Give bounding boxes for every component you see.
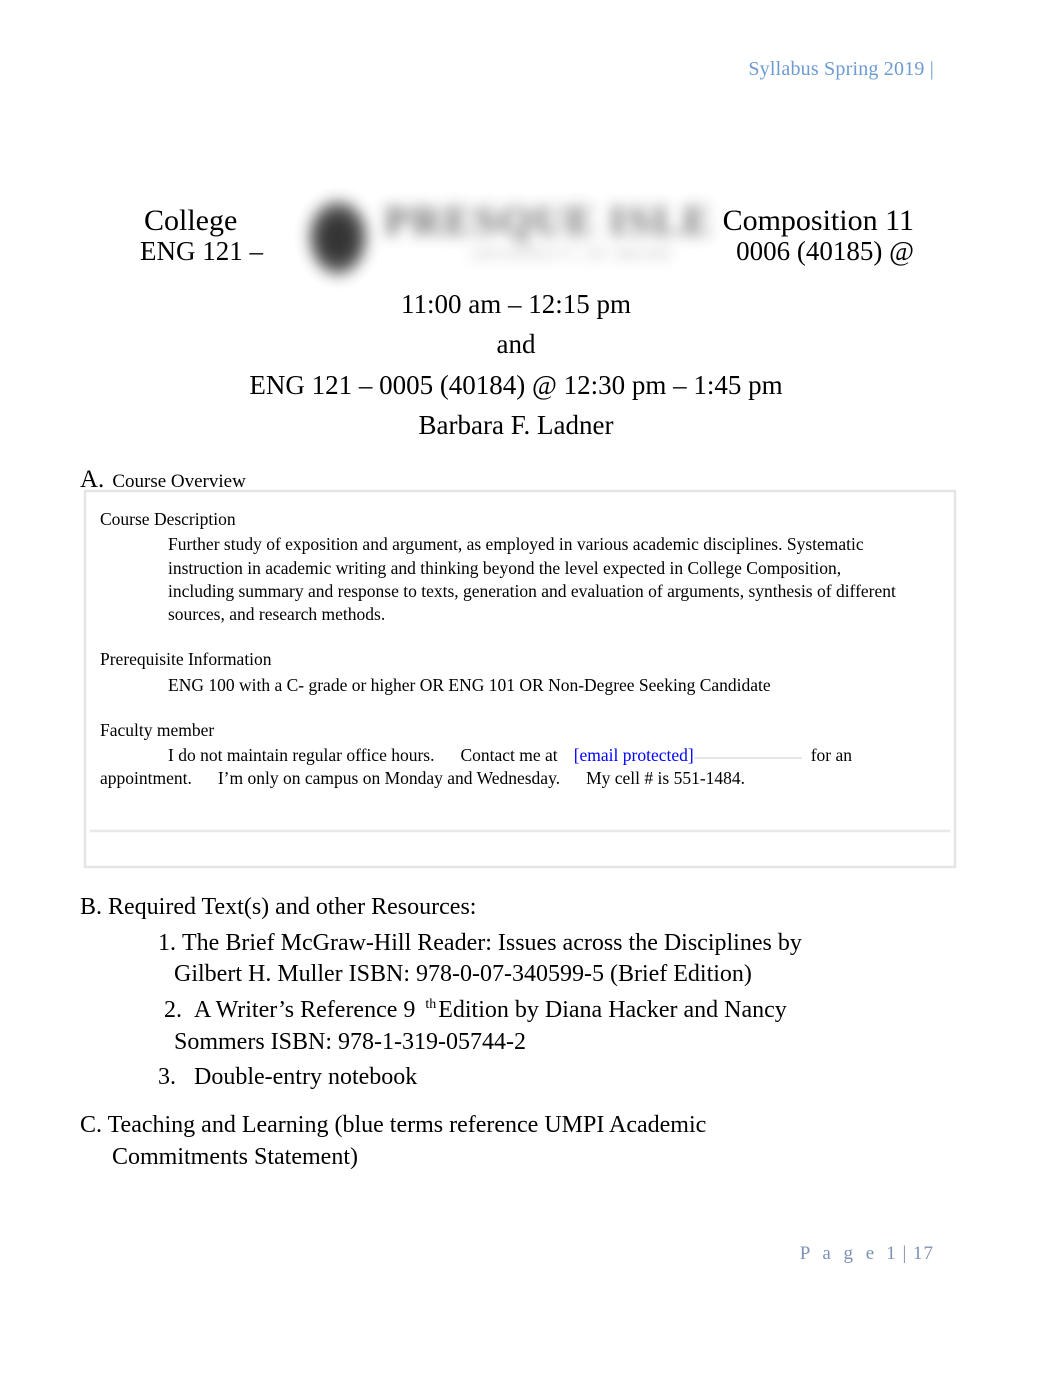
- office-hours-text: I do not maintain regular office hours.: [168, 745, 435, 766]
- item-text: Double-entry notebook: [194, 1064, 418, 1091]
- email-redaction-bar: [693, 749, 802, 763]
- course-description-label: Course Description: [100, 509, 236, 529]
- section-b: B. Required Text(s) and other Resources:…: [80, 892, 960, 1094]
- item-text: The Brief McGraw-Hill Reader: Issues acr…: [182, 929, 802, 956]
- footer-page-word: P a g e: [799, 1243, 879, 1264]
- faculty-member-label: Faculty member: [100, 719, 215, 740]
- section-c: C. Teaching and Learning (blue terms ref…: [80, 1110, 960, 1173]
- section-a-letter: A.: [80, 466, 105, 493]
- item-text-continued: Edition by Diana Hacker and Nancy: [438, 997, 787, 1024]
- faculty-member-body: I do not maintain regular office hours. C…: [100, 744, 940, 791]
- course-section-right: 0006 (40185) @: [736, 236, 914, 266]
- list-item: 3. Double-entry notebook: [158, 1062, 960, 1094]
- prerequisite-body: ENG 100 with a C- grade or higher OR ENG…: [168, 674, 771, 695]
- contact-suffix-text-a: for an: [810, 745, 853, 766]
- section-c-heading-line1: C. Teaching and Learning (blue terms ref…: [80, 1112, 707, 1138]
- course-overview-content: Course Description Further study of expo…: [100, 508, 940, 791]
- item-continuation: Sommers ISBN: 978-1-319-05744-2: [174, 1028, 526, 1055]
- contact-prefix-text: Contact me at: [460, 745, 558, 766]
- item-number: 3.: [158, 1064, 176, 1091]
- title-left-word: College: [144, 204, 238, 237]
- faculty-appointment-line: appointment. I’m only on campus on Monday…: [100, 767, 940, 790]
- course-details: 11:00 am – 12:15 pm and ENG 121 – 0005 (…: [80, 288, 982, 442]
- item-continuation: Gilbert H. Muller ISBN: 978-0-07-340599-…: [174, 961, 752, 988]
- faculty-contact-line: I do not maintain regular office hours. C…: [168, 744, 940, 767]
- required-texts-list: 1. The Brief McGraw-Hill Reader: Issues …: [80, 928, 960, 1094]
- instructor-name: Barbara F. Ladner: [418, 410, 614, 441]
- cell-number-text: My cell # is 551-1484.: [586, 768, 746, 789]
- faculty-email-link[interactable]: [email protected]: [574, 745, 694, 765]
- document-page: Syllabus Spring 2019 | College PRESQUE I…: [0, 0, 1062, 1377]
- footer-page-number: 1 | 17: [886, 1243, 934, 1264]
- campus-days-text: I’m only on campus on Monday and Wednesd…: [217, 768, 561, 789]
- page-footer: P a g e 1 | 17: [800, 1243, 934, 1265]
- item-text: A Writer’s Reference 9: [194, 997, 416, 1024]
- course-conjunction: and: [496, 329, 536, 360]
- section-a-label: Course Overview: [112, 471, 246, 492]
- running-header: Syllabus Spring 2019 |: [748, 58, 934, 80]
- title-right-word: Composition 11: [722, 204, 914, 237]
- prerequisite-label: Prerequisite Information: [100, 649, 272, 670]
- section-b-heading: B. Required Text(s) and other Resources:: [80, 894, 477, 920]
- list-item: 2. A Writer’s Reference 9 thEdition by Di…: [164, 995, 960, 1027]
- title-block: College PRESQUE ISLE UNIVERSITY OF MAINE…: [80, 172, 982, 442]
- contact-suffix-text-b: appointment.: [100, 768, 192, 789]
- item-number: 2.: [164, 997, 182, 1024]
- course-code-row: ENG 121 – 0006 (40185) @: [80, 236, 982, 280]
- item-number: 1.: [158, 929, 176, 956]
- course-second-section: ENG 121 – 0005 (40184) @ 12:30 pm – 1:45…: [249, 369, 783, 400]
- ordinal-suffix: th: [425, 997, 437, 1013]
- list-item: 1. The Brief McGraw-Hill Reader: Issues …: [158, 928, 960, 960]
- title-row: College PRESQUE ISLE UNIVERSITY OF MAINE…: [80, 172, 982, 276]
- section-c-heading-line2: Commitments Statement): [112, 1143, 358, 1170]
- course-time-line: 11:00 am – 12:15 pm: [401, 289, 631, 319]
- course-description-body: Further study of exposition and argument…: [168, 534, 896, 625]
- course-code-left: ENG 121 –: [140, 236, 263, 266]
